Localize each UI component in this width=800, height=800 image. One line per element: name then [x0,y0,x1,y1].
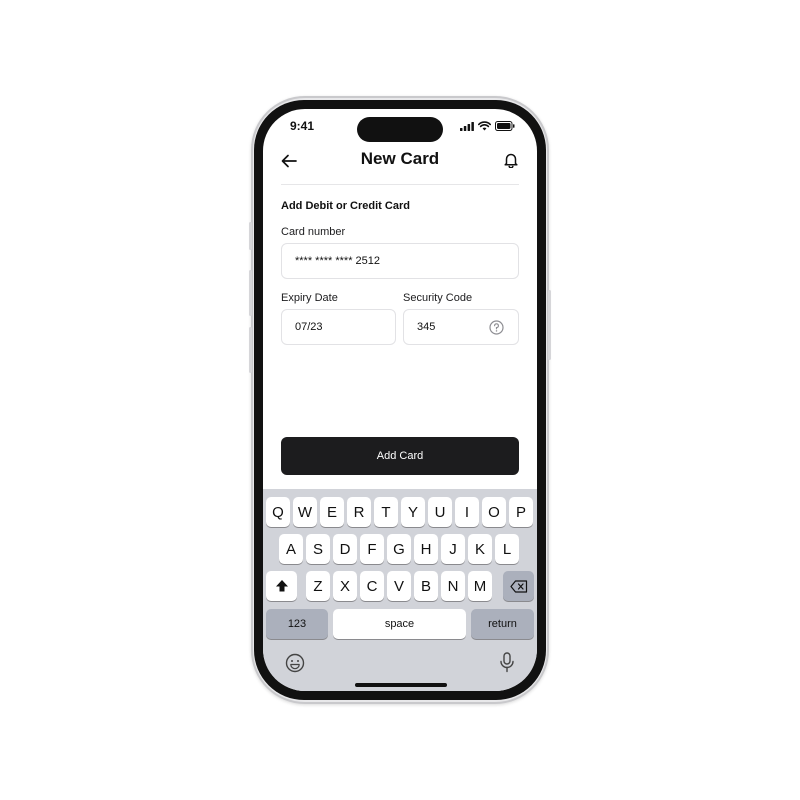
action-button [249,222,252,250]
key-w[interactable]: W [293,497,317,527]
key-a[interactable]: A [279,534,303,564]
shift-icon [275,580,288,592]
page-title: New Card [360,149,440,168]
card-number-field[interactable]: **** **** **** 2512 [281,243,519,279]
section-title: Add Debit or Credit Card [281,200,410,212]
key-r[interactable]: R [347,497,371,527]
space-key[interactable]: space [333,609,466,639]
cellular-signal-icon [460,121,474,131]
key-k[interactable]: K [468,534,492,564]
notifications-button[interactable] [501,150,521,170]
key-p[interactable]: P [509,497,533,527]
key-v[interactable]: V [387,571,411,601]
security-code-label: Security Code [403,292,473,304]
key-e[interactable]: E [320,497,344,527]
header-divider [281,184,519,185]
key-c[interactable]: C [360,571,384,601]
key-l[interactable]: L [495,534,519,564]
security-code-value: 345 [417,321,436,333]
key-f[interactable]: F [360,534,384,564]
volume-up-button [249,270,252,316]
wifi-icon [478,121,491,131]
power-button [548,290,551,360]
backspace-key[interactable] [503,571,534,601]
status-bar: 9:41 [263,109,537,145]
microphone-icon[interactable] [499,652,515,673]
key-b[interactable]: B [414,571,438,601]
key-y[interactable]: Y [401,497,425,527]
question-circle-icon[interactable] [489,320,504,335]
expiry-date-field[interactable]: 07/23 [281,309,396,345]
key-u[interactable]: U [428,497,452,527]
key-d[interactable]: D [333,534,357,564]
add-card-button[interactable]: Add Card [281,437,519,475]
nav-header: New Card [263,145,537,185]
key-s[interactable]: S [306,534,330,564]
card-number-label: Card number [281,226,346,238]
dynamic-island [357,117,443,142]
expiry-date-value: 07/23 [295,321,323,333]
key-n[interactable]: N [441,571,465,601]
key-o[interactable]: O [482,497,506,527]
key-j[interactable]: J [441,534,465,564]
bell-icon [504,153,518,168]
key-m[interactable]: M [468,571,492,601]
backspace-icon [509,579,527,593]
key-g[interactable]: G [387,534,411,564]
home-indicator [355,683,447,687]
key-i[interactable]: I [455,497,479,527]
expiry-date-label: Expiry Date [281,292,338,304]
return-key[interactable]: return [471,609,534,639]
key-h[interactable]: H [414,534,438,564]
key-z[interactable]: Z [306,571,330,601]
numbers-key[interactable]: 123 [266,609,328,639]
status-icons [460,121,515,131]
key-t[interactable]: T [374,497,398,527]
card-number-value: **** **** **** 2512 [295,255,381,267]
emoji-icon[interactable] [285,653,305,673]
volume-down-button [249,327,252,373]
security-code-field[interactable]: 345 [403,309,519,345]
status-time: 9:41 [290,119,315,133]
battery-icon [495,121,515,131]
phone-screen: 9:41 New Card Add Debit or Credit Card C… [263,109,537,691]
keyboard: Q W E R T Y U I O P A S D F G H J K L Z … [263,489,537,691]
key-x[interactable]: X [333,571,357,601]
key-q[interactable]: Q [266,497,290,527]
shift-key[interactable] [266,571,297,601]
